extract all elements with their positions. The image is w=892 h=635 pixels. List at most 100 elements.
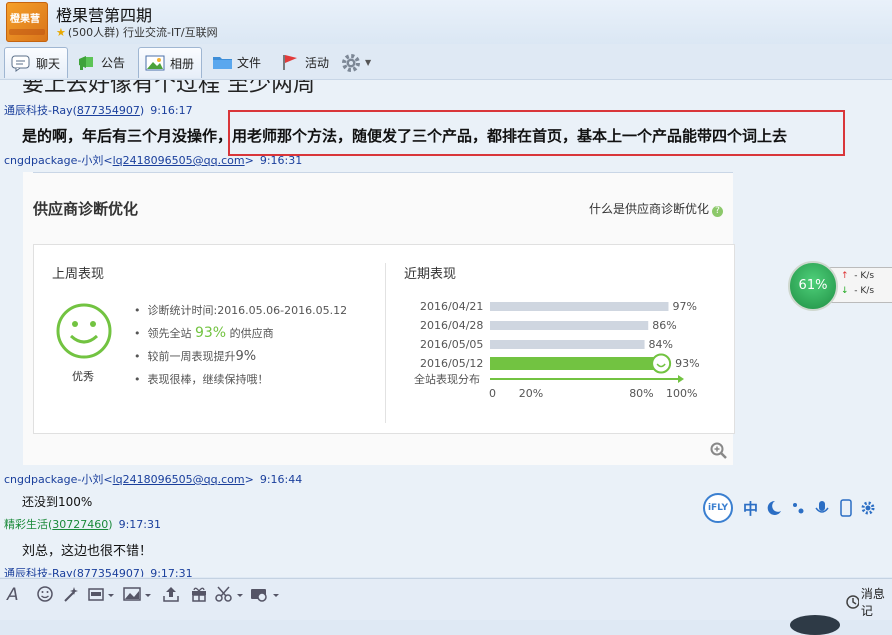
bar-value-label: 84% [649, 338, 673, 351]
sender-name[interactable]: 通辰科技-Ray [4, 104, 73, 117]
screenshot-scissors-icon[interactable] [215, 585, 247, 607]
smile-marker [651, 353, 672, 374]
sender-name[interactable]: cngdpackage-小刘 [4, 154, 103, 167]
message-header: cngdpackage-小刘<lq2418096505@qq.com> 9:16:… [4, 154, 303, 167]
language-toggle[interactable]: 中 [743, 498, 758, 519]
memory-usage-ball[interactable]: 61% [788, 261, 838, 311]
message-text: 要上去好像有个过程 至少两周 [22, 80, 315, 97]
smile-face-icon [56, 303, 112, 359]
bullet-item: • 诊断统计时间:2016.05.06-2016.05.12 [134, 304, 348, 317]
chevron-down-icon: ▼ [365, 57, 372, 67]
folder-icon [212, 53, 232, 71]
emoji-icon[interactable] [36, 585, 54, 607]
download-speed: K/s [860, 286, 875, 296]
message-history-button[interactable]: 消息记 [845, 585, 892, 619]
performance-bar [490, 357, 662, 370]
last-week-heading: 上周表现 [52, 267, 105, 282]
message-history-label: 消息记 [860, 587, 885, 618]
question-icon: ? [712, 206, 724, 217]
image-icon[interactable] [123, 585, 153, 607]
more-tools-icon[interactable] [250, 585, 282, 607]
bullet-item: • 表现很棒，继续保持哦！ [134, 373, 269, 386]
upload-icon[interactable] [162, 585, 180, 607]
sender-qq[interactable]: 877354907 [77, 104, 140, 117]
star-icon: ★ [56, 26, 66, 39]
screenshot-help-link: 什么是供应商诊断优化? [589, 200, 724, 217]
group-title[interactable]: 橙果营第四期 [56, 2, 152, 26]
download-arrow-icon: ↓ [841, 286, 849, 296]
recent-bar-chart: 2016/04/21 97% 2016/04/28 86% 2016/05/05 84% 2… [414, 300, 700, 400]
message-time: 9:16:31 [259, 154, 303, 167]
settings-menu[interactable]: ▼ [334, 47, 376, 77]
bar-value-label: 93% [675, 357, 699, 370]
magic-wand-icon[interactable] [62, 585, 80, 607]
screenshot-title: 供应商诊断优化 [33, 200, 139, 218]
tab-chat[interactable]: 聊天 [4, 47, 68, 78]
bar-date-label: 2016/04/21 [420, 300, 483, 313]
distribution-label: 全站表现分布 [414, 372, 480, 386]
axis-tick-label: 100% [666, 387, 697, 400]
last-week-bullets: • 诊断统计时间:2016.05.06-2016.05.12 • 领先全站 93… [134, 299, 347, 391]
message-time: 9:16:17 [150, 104, 193, 117]
sender-email[interactable]: lq2418096505@qq.com [113, 473, 245, 486]
tab-activity[interactable]: 活动 [274, 47, 334, 77]
axis-tick-label: 20% [519, 387, 543, 400]
vibrate-window-icon[interactable] [87, 585, 117, 607]
tab-files[interactable]: 文件 [206, 47, 268, 77]
message-header: 精彩生活(30727460) 9:17:31 [4, 518, 161, 531]
ifly-logo[interactable]: iFLY [703, 493, 733, 523]
upload-arrow-icon: ↑ [841, 271, 849, 281]
gear-icon [340, 53, 360, 72]
bar-date-label: 2016/04/28 [420, 319, 483, 332]
sender-name[interactable]: 精彩生活 [4, 518, 48, 531]
tab-files-label: 文件 [237, 55, 262, 70]
font-icon[interactable]: A [7, 585, 19, 605]
message-header: 通辰科技-Ray(877354907) 9:17:31 [4, 565, 193, 577]
group-avatar-text: 橙果营 [10, 14, 40, 25]
sender-qq[interactable]: 30727460 [52, 518, 108, 531]
upload-speed: K/s [860, 271, 875, 281]
clock-icon [846, 595, 859, 609]
group-category: 行业交流-IT/互联网 [122, 26, 218, 39]
megaphone-icon [76, 53, 96, 71]
distribution-arrow [678, 375, 684, 383]
tab-activity-label: 活动 [305, 55, 330, 70]
message-header: cngdpackage-小刘<lq2418096505@qq.com> 9:16:… [4, 473, 303, 486]
chat-bubble-icon [11, 54, 31, 72]
performance-bar [490, 340, 645, 349]
tab-chat-label: 聊天 [36, 56, 61, 71]
ifly-ime-toolbar: iFLY 中 [703, 493, 881, 523]
zoom-icon[interactable] [710, 442, 728, 464]
bar-date-label: 2016/05/05 [420, 338, 483, 351]
group-header: 橙果营 橙果营第四期 ★ (500人群) 行业交流-IT/互联网 [0, 0, 892, 44]
shared-image[interactable]: 供应商诊断优化 什么是供应商诊断优化? 上周表现 优秀 • 诊断统计时间:201… [23, 172, 735, 465]
sender-qq[interactable]: 877354907 [77, 567, 140, 577]
group-toolbar: 聊天 公告 相册 文件 活动 ▼ [0, 45, 892, 80]
tab-album[interactable]: 相册 [138, 47, 202, 78]
bar-date-label: 2016/05/12 [420, 357, 483, 370]
bullet-item: • 较前一周表现提升9% [134, 349, 257, 364]
ifly-tool-icons[interactable] [765, 499, 875, 517]
recent-heading: 近期表现 [404, 267, 457, 282]
bar-value-label: 97% [672, 300, 696, 313]
gift-icon[interactable] [190, 585, 208, 607]
group-avatar[interactable]: 橙果营 [6, 2, 48, 42]
tab-announcement[interactable]: 公告 [70, 47, 134, 77]
performance-bar [490, 321, 649, 330]
sender-email[interactable]: lq2418096505@qq.com [113, 154, 245, 167]
photo-icon [145, 54, 165, 72]
flag-icon [280, 53, 300, 71]
message-time: 9:16:44 [259, 473, 303, 486]
message-text: 还没到100% [22, 495, 93, 509]
input-toolbar: A 消息记 [0, 578, 892, 635]
sender-name[interactable]: 通辰科技-Ray [4, 567, 73, 577]
performance-bar [490, 302, 669, 311]
performance-panel: 上周表现 优秀 • 诊断统计时间:2016.05.06-2016.05.12 •… [33, 244, 735, 434]
sender-name[interactable]: cngdpackage-小刘 [4, 473, 103, 486]
bar-value-label: 86% [652, 319, 676, 332]
message-header: 通辰科技-Ray(877354907) 9:16:17 [4, 104, 193, 117]
member-count: (500人群) [67, 26, 120, 39]
face-label: 优秀 [72, 370, 94, 383]
message-text: 刘总，这边也很不错！ [22, 544, 153, 559]
message-time: 9:17:31 [118, 518, 161, 531]
